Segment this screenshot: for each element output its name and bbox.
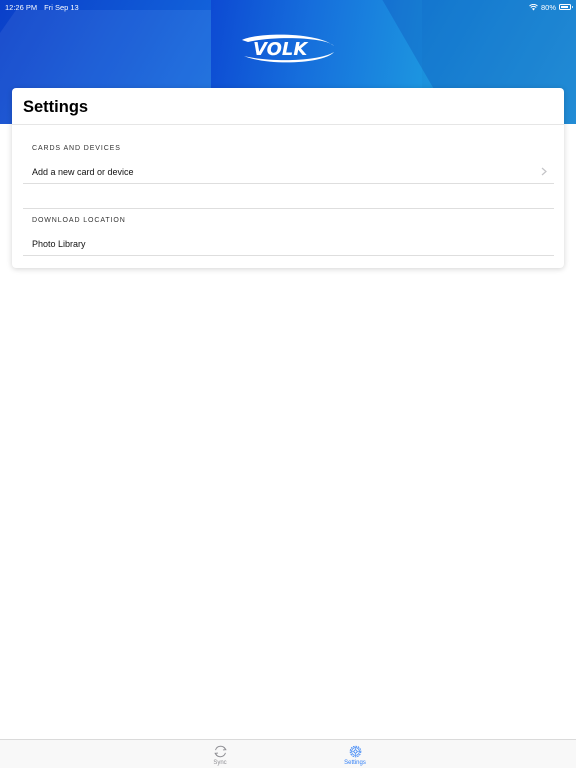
- status-date: Fri Sep 13: [44, 2, 79, 12]
- volk-logo: VOLK: [242, 34, 334, 63]
- photo-library-row[interactable]: Photo Library: [23, 232, 554, 256]
- section-header-cards: CARDS AND DEVICES: [32, 145, 121, 152]
- battery-percent: 80%: [540, 2, 556, 12]
- status-time: 12:26 PM: [5, 2, 38, 12]
- settings-screen: 12:26 PM Fri Sep 13 80% VOLK Settings CA…: [0, 0, 576, 768]
- status-bar: 12:26 PM Fri Sep 13 80%: [0, 0, 576, 14]
- gear-icon: [349, 745, 361, 758]
- divider: [23, 208, 554, 209]
- battery-icon: [559, 4, 573, 10]
- add-card-or-device-row[interactable]: Add a new card or device: [23, 160, 554, 184]
- sync-icon: [213, 745, 227, 758]
- logo-text: VOLK: [253, 39, 309, 60]
- tab-bar: Sync Settings: [0, 739, 576, 768]
- row-label: Add a new card or device: [32, 166, 134, 177]
- page-title: Settings: [23, 98, 89, 116]
- tab-label: Settings: [344, 760, 366, 766]
- chevron-right-icon: [541, 167, 547, 176]
- wifi-icon: [529, 3, 538, 10]
- tab-settings[interactable]: Settings: [320, 740, 390, 766]
- tab-sync[interactable]: Sync: [185, 740, 255, 766]
- settings-card: Settings CARDS AND DEVICES Add a new car…: [12, 88, 564, 268]
- tab-label: Sync: [213, 760, 227, 766]
- divider: [12, 124, 564, 125]
- row-label: Photo Library: [32, 238, 86, 249]
- section-header-download: DOWNLOAD LOCATION: [32, 217, 126, 224]
